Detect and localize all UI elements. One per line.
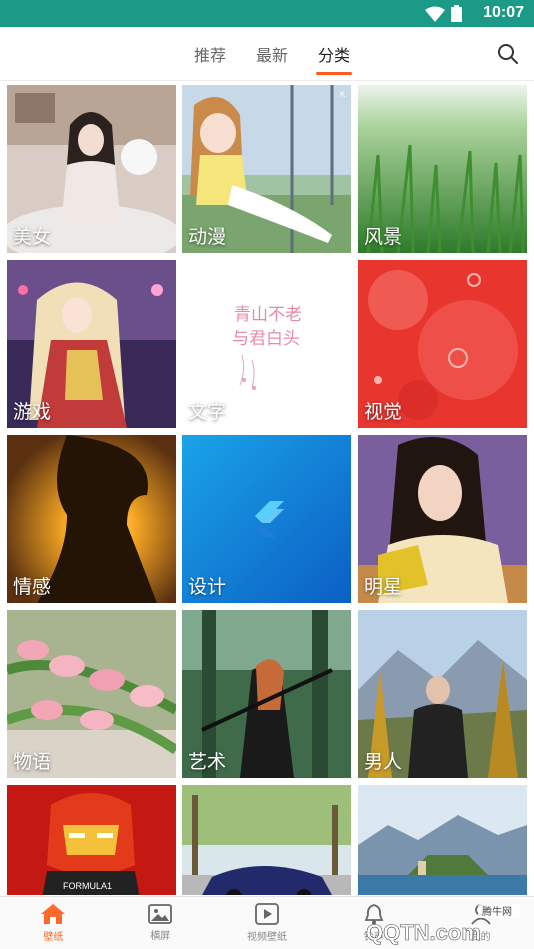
- category-tile-visual[interactable]: 视觉: [358, 260, 527, 428]
- status-icons: [425, 5, 462, 22]
- category-label: 情感: [13, 577, 52, 598]
- home-icon: [41, 904, 66, 924]
- category-label: 物语: [13, 752, 52, 773]
- nav-label: 视频壁纸: [246, 932, 287, 943]
- top-nav: 推荐 最新 分类: [0, 27, 534, 81]
- search-icon[interactable]: [496, 42, 520, 66]
- category-label: 游戏: [13, 402, 52, 423]
- battery-icon: [451, 5, 462, 22]
- category-label: 文字: [188, 402, 227, 423]
- category-tile-car[interactable]: [182, 785, 351, 895]
- watermark-logo: 腾牛网 QQTN.com: [366, 904, 520, 945]
- play-icon: [255, 903, 279, 925]
- category-tile-games[interactable]: 游戏: [7, 260, 176, 428]
- category-label: 男人: [364, 752, 403, 773]
- status-bar: 10:07: [0, 0, 534, 27]
- category-label: 艺术: [188, 752, 227, 773]
- watermark-top-text: 腾牛网: [482, 905, 512, 918]
- nav-label: 壁纸: [43, 932, 64, 943]
- category-tabs: 推荐 最新 分类: [0, 27, 534, 81]
- tab-categories[interactable]: 分类: [316, 42, 353, 75]
- category-tile-art[interactable]: 艺术: [182, 610, 351, 778]
- tile-image: FORMULA1: [7, 785, 176, 895]
- ironman-band-text: FORMULA1: [63, 881, 112, 891]
- tab-recommend[interactable]: 推荐: [192, 42, 228, 66]
- category-label: 视觉: [364, 402, 403, 423]
- tile-image: [182, 785, 351, 895]
- category-tile-text[interactable]: 青山不老 与君白头 文字: [182, 260, 351, 428]
- calligraphy-line-2: 与君白头: [232, 329, 300, 349]
- category-label: 明星: [364, 577, 403, 598]
- nav-video-wallpaper[interactable]: 视频壁纸: [214, 897, 321, 949]
- image-icon: [148, 904, 173, 924]
- category-label: 设计: [188, 577, 227, 598]
- category-tile-beauty[interactable]: 美女: [7, 85, 176, 253]
- category-tile-design[interactable]: 设计: [182, 435, 351, 603]
- category-tile-scenery[interactable]: 风景: [358, 85, 527, 253]
- category-tile-celebrity[interactable]: 明星: [358, 435, 527, 603]
- anime-tile-corner-mark: K: [340, 90, 346, 99]
- wifi-icon: [425, 6, 445, 22]
- category-tile-lake[interactable]: [358, 785, 527, 895]
- category-tile-ironman[interactable]: FORMULA1: [7, 785, 176, 895]
- status-time: 10:07: [483, 4, 524, 21]
- nav-wallpaper[interactable]: 壁纸: [0, 897, 107, 949]
- category-tile-story[interactable]: 物语: [7, 610, 176, 778]
- watermark-main-text: QQTN.com: [366, 920, 481, 945]
- category-label: 风景: [364, 227, 403, 248]
- category-grid: 美女 K 动漫 风景 游戏 青山不老 与君白头 文字 视觉 情感 设计 明星 物…: [7, 85, 527, 895]
- category-tile-men[interactable]: 男人: [358, 610, 527, 778]
- category-label: 动漫: [188, 227, 227, 248]
- nav-landscape[interactable]: 横屏: [107, 897, 214, 949]
- category-tile-anime[interactable]: K 动漫: [182, 85, 351, 253]
- tile-image: [358, 785, 527, 895]
- category-label: 美女: [13, 227, 52, 248]
- tab-latest[interactable]: 最新: [254, 42, 290, 66]
- calligraphy-line-1: 青山不老: [234, 305, 302, 325]
- category-tile-emotion[interactable]: 情感: [7, 435, 176, 603]
- nav-label: 横屏: [150, 931, 171, 942]
